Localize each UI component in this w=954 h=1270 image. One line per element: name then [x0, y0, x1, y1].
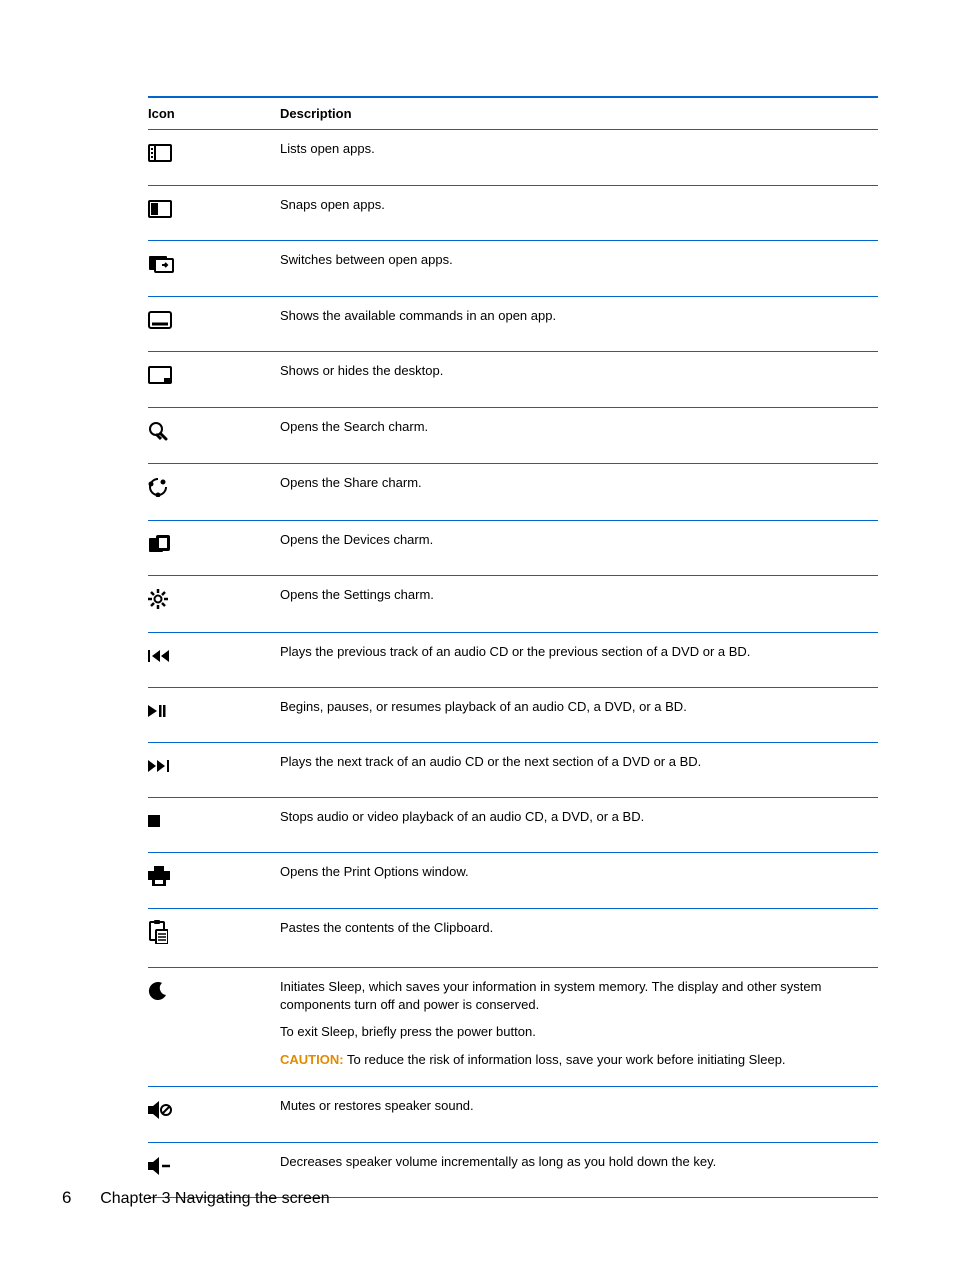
icon-cell — [148, 742, 280, 797]
description-text: Stops audio or video playback of an audi… — [280, 808, 872, 826]
header-description: Description — [280, 97, 878, 130]
table-row: Plays the previous track of an audio CD … — [148, 632, 878, 687]
description-cell: Stops audio or video playback of an audi… — [280, 797, 878, 852]
table-row: Begins, pauses, or resumes playback of a… — [148, 687, 878, 742]
volume-down-icon — [148, 1153, 172, 1179]
description-cell: Lists open apps. — [280, 130, 878, 186]
icon-cell — [148, 130, 280, 186]
table-row: Plays the next track of an audio CD or t… — [148, 742, 878, 797]
previous-track-icon — [148, 643, 170, 669]
icon-cell — [148, 576, 280, 633]
description-text: Plays the previous track of an audio CD … — [280, 643, 872, 661]
icon-cell — [148, 520, 280, 576]
table-row: Shows or hides the desktop. — [148, 352, 878, 408]
description-cell: Initiates Sleep, which saves your inform… — [280, 968, 878, 1087]
table-row: Snaps open apps. — [148, 185, 878, 241]
icon-cell — [148, 968, 280, 1087]
icon-cell — [148, 632, 280, 687]
description-text: Snaps open apps. — [280, 196, 872, 214]
description-text: Opens the Devices charm. — [280, 531, 872, 549]
description-text: Pastes the contents of the Clipboard. — [280, 919, 872, 937]
list-apps-icon — [148, 140, 172, 166]
description-text: Lists open apps. — [280, 140, 872, 158]
table-row: Mutes or restores speaker sound. — [148, 1087, 878, 1143]
icon-cell — [148, 797, 280, 852]
description-text: Opens the Settings charm. — [280, 586, 872, 604]
switch-apps-icon — [148, 251, 176, 277]
icon-cell — [148, 687, 280, 742]
description-text: Switches between open apps. — [280, 251, 872, 269]
app-commands-icon — [148, 307, 172, 333]
page-footer: 6 Chapter 3 Navigating the screen — [62, 1188, 330, 1208]
icon-cell — [148, 464, 280, 521]
description-text: Decreases speaker volume incrementally a… — [280, 1153, 872, 1171]
table-row: Opens the Print Options window. — [148, 852, 878, 909]
search-icon — [148, 418, 168, 444]
description-text: Opens the Print Options window. — [280, 863, 872, 881]
description-cell: Opens the Devices charm. — [280, 520, 878, 576]
description-text: Plays the next track of an audio CD or t… — [280, 753, 872, 771]
description-cell: Mutes or restores speaker sound. — [280, 1087, 878, 1143]
icon-cell — [148, 852, 280, 909]
print-icon — [148, 863, 170, 889]
sleep-icon — [148, 978, 168, 1004]
icon-cell — [148, 241, 280, 297]
table-row: Shows the available commands in an open … — [148, 296, 878, 352]
snap-apps-icon — [148, 196, 172, 222]
share-icon — [148, 474, 168, 500]
caution-text: To reduce the risk of information loss, … — [347, 1052, 786, 1067]
paste-icon — [148, 919, 168, 945]
table-row: Opens the Settings charm. — [148, 576, 878, 633]
table-row: Opens the Search charm. — [148, 407, 878, 464]
description-cell: Opens the Print Options window. — [280, 852, 878, 909]
icon-cell — [148, 909, 280, 968]
stop-icon — [148, 808, 160, 834]
description-cell: Opens the Settings charm. — [280, 576, 878, 633]
show-desktop-icon — [148, 362, 172, 388]
description-cell: Switches between open apps. — [280, 241, 878, 297]
icon-cell — [148, 407, 280, 464]
icon-cell — [148, 1087, 280, 1143]
description-text: Shows the available commands in an open … — [280, 307, 872, 325]
icon-description-table: Icon Description Lists open apps. Snaps o… — [148, 96, 878, 1198]
table-row: Switches between open apps. — [148, 241, 878, 297]
description-text: Begins, pauses, or resumes playback of a… — [280, 698, 872, 716]
icon-cell — [148, 296, 280, 352]
table-row: Lists open apps. — [148, 130, 878, 186]
description-text: Initiates Sleep, which saves your inform… — [280, 978, 872, 1013]
icon-cell — [148, 185, 280, 241]
description-cell: Snaps open apps. — [280, 185, 878, 241]
description-text: Mutes or restores speaker sound. — [280, 1097, 872, 1115]
description-cell: Plays the previous track of an audio CD … — [280, 632, 878, 687]
table-row: Stops audio or video playback of an audi… — [148, 797, 878, 852]
description-text: Shows or hides the desktop. — [280, 362, 872, 380]
devices-icon — [148, 531, 170, 557]
chapter-title: Chapter 3 Navigating the screen — [100, 1190, 329, 1207]
settings-icon — [148, 586, 168, 612]
description-cell: Plays the next track of an audio CD or t… — [280, 742, 878, 797]
description-text: Opens the Share charm. — [280, 474, 872, 492]
next-track-icon — [148, 753, 170, 779]
play-pause-icon — [148, 698, 166, 724]
mute-icon — [148, 1097, 172, 1123]
table-row: Opens the Share charm. — [148, 464, 878, 521]
description-cell: Opens the Share charm. — [280, 464, 878, 521]
description-cell: Shows the available commands in an open … — [280, 296, 878, 352]
table-row: Initiates Sleep, which saves your inform… — [148, 968, 878, 1087]
icon-cell — [148, 352, 280, 408]
description-cell: Opens the Search charm. — [280, 407, 878, 464]
description-cell: Decreases speaker volume incrementally a… — [280, 1142, 878, 1198]
table-row: Opens the Devices charm. — [148, 520, 878, 576]
description-cell: Shows or hides the desktop. — [280, 352, 878, 408]
page-number: 6 — [62, 1188, 71, 1208]
header-icon: Icon — [148, 97, 280, 130]
caution-label: CAUTION: — [280, 1052, 344, 1067]
table-row: Pastes the contents of the Clipboard. — [148, 909, 878, 968]
description-text: CAUTION: To reduce the risk of informati… — [280, 1051, 872, 1069]
description-text: To exit Sleep, briefly press the power b… — [280, 1023, 872, 1041]
description-cell: Pastes the contents of the Clipboard. — [280, 909, 878, 968]
description-text: Opens the Search charm. — [280, 418, 872, 436]
description-cell: Begins, pauses, or resumes playback of a… — [280, 687, 878, 742]
